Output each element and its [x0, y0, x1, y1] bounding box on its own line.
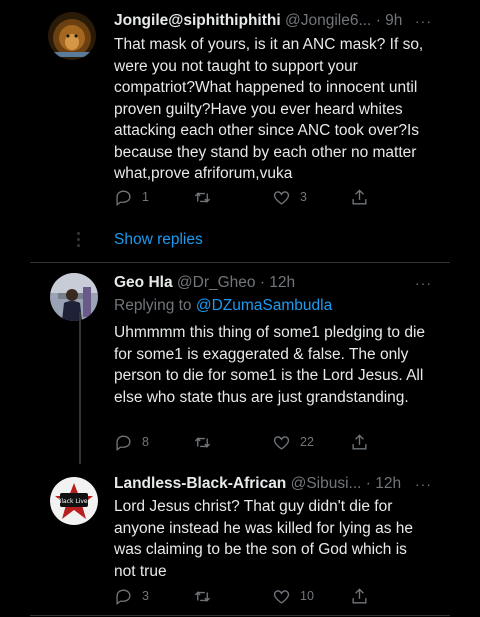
share-button[interactable] [350, 585, 369, 607]
retweet-button[interactable] [193, 431, 221, 453]
reply-button[interactable]: 1 [114, 186, 149, 208]
display-name[interactable]: Geo Hla [114, 274, 173, 291]
tweet-header: Landless-Black-African @Sibusi... · 12h … [114, 473, 432, 495]
like-count: 10 [300, 589, 314, 603]
like-button[interactable]: 22 [272, 431, 314, 453]
tweet-2[interactable]: Geo Hla @Dr_Gheo · 12h ··· Replying to @… [30, 263, 450, 459]
replying-to: Replying to @DZumaSambudla [114, 295, 332, 317]
tweet-3[interactable]: Black Lives Landless-Black-African @Sibu… [30, 465, 450, 617]
share-icon [352, 433, 367, 450]
user-handle[interactable]: @Dr_Gheo [177, 274, 256, 291]
timestamp[interactable]: · 9h [376, 12, 403, 29]
reply-count: 1 [142, 190, 149, 204]
like-icon [273, 589, 290, 604]
share-button[interactable] [350, 186, 369, 208]
avatar-text: Black Lives [57, 498, 91, 505]
retweet-icon [194, 590, 211, 602]
timestamp[interactable]: · 12h [260, 274, 295, 291]
retweet-icon [194, 191, 211, 203]
timestamp[interactable]: · 12h [366, 475, 401, 492]
share-icon [352, 188, 367, 205]
reply-count: 3 [142, 589, 149, 603]
show-replies-link[interactable]: Show replies [114, 231, 203, 249]
like-icon [273, 435, 290, 450]
retweet-icon [194, 436, 211, 448]
retweet-button[interactable] [193, 585, 221, 607]
reply-count: 8 [142, 435, 149, 449]
reply-icon [116, 189, 131, 206]
tweet-actions: 1 3 [114, 186, 404, 208]
thread-dots [77, 232, 81, 250]
tweet-1[interactable]: Jongile@siphithiphithi @Jongile6... · 9h… [30, 0, 450, 232]
display-name[interactable]: Jongile@siphithiphithi [114, 12, 281, 29]
mention-link[interactable]: @DZumaSambudla [196, 297, 332, 314]
avatar[interactable] [48, 12, 96, 60]
avatar[interactable]: Black Lives [50, 477, 98, 525]
tweet-actions: 3 10 [114, 585, 404, 607]
like-icon [273, 190, 290, 205]
display-name[interactable]: Landless-Black-African [114, 475, 286, 492]
tweet-text: Uhmmmm this thing of some1 pledging to d… [114, 324, 426, 406]
user-handle[interactable]: @Jongile6... [285, 12, 371, 29]
tweet-text: That mask of yours, is it an ANC mask? I… [114, 36, 424, 182]
more-icon[interactable]: ··· [415, 10, 432, 32]
thread-connector [79, 312, 81, 464]
divider [30, 615, 450, 616]
share-icon [352, 587, 367, 604]
reply-icon [116, 434, 131, 451]
like-button[interactable]: 3 [272, 186, 307, 208]
tweet-header: Jongile@siphithiphithi @Jongile6... · 9h… [114, 10, 432, 32]
like-count: 22 [300, 435, 314, 449]
like-count: 3 [300, 190, 307, 204]
share-button[interactable] [350, 431, 369, 453]
timeline: Jongile@siphithiphithi @Jongile6... · 9h… [30, 0, 450, 617]
like-button[interactable]: 10 [272, 585, 314, 607]
retweet-button[interactable] [193, 186, 221, 208]
avatar[interactable] [50, 273, 98, 321]
tweet-actions: 8 22 [114, 431, 404, 453]
tweet-text: Lord Jesus christ? That guy didn't die f… [114, 498, 413, 580]
more-icon[interactable]: ··· [415, 272, 432, 294]
replying-to-label: Replying to [114, 297, 192, 314]
more-icon[interactable]: ··· [415, 473, 432, 495]
user-handle[interactable]: @Sibusi... [291, 475, 362, 492]
tweet-header: Geo Hla @Dr_Gheo · 12h ··· [114, 272, 432, 294]
reply-button[interactable]: 8 [114, 431, 149, 453]
reply-icon [116, 588, 131, 605]
divider [30, 262, 450, 263]
reply-button[interactable]: 3 [114, 585, 149, 607]
